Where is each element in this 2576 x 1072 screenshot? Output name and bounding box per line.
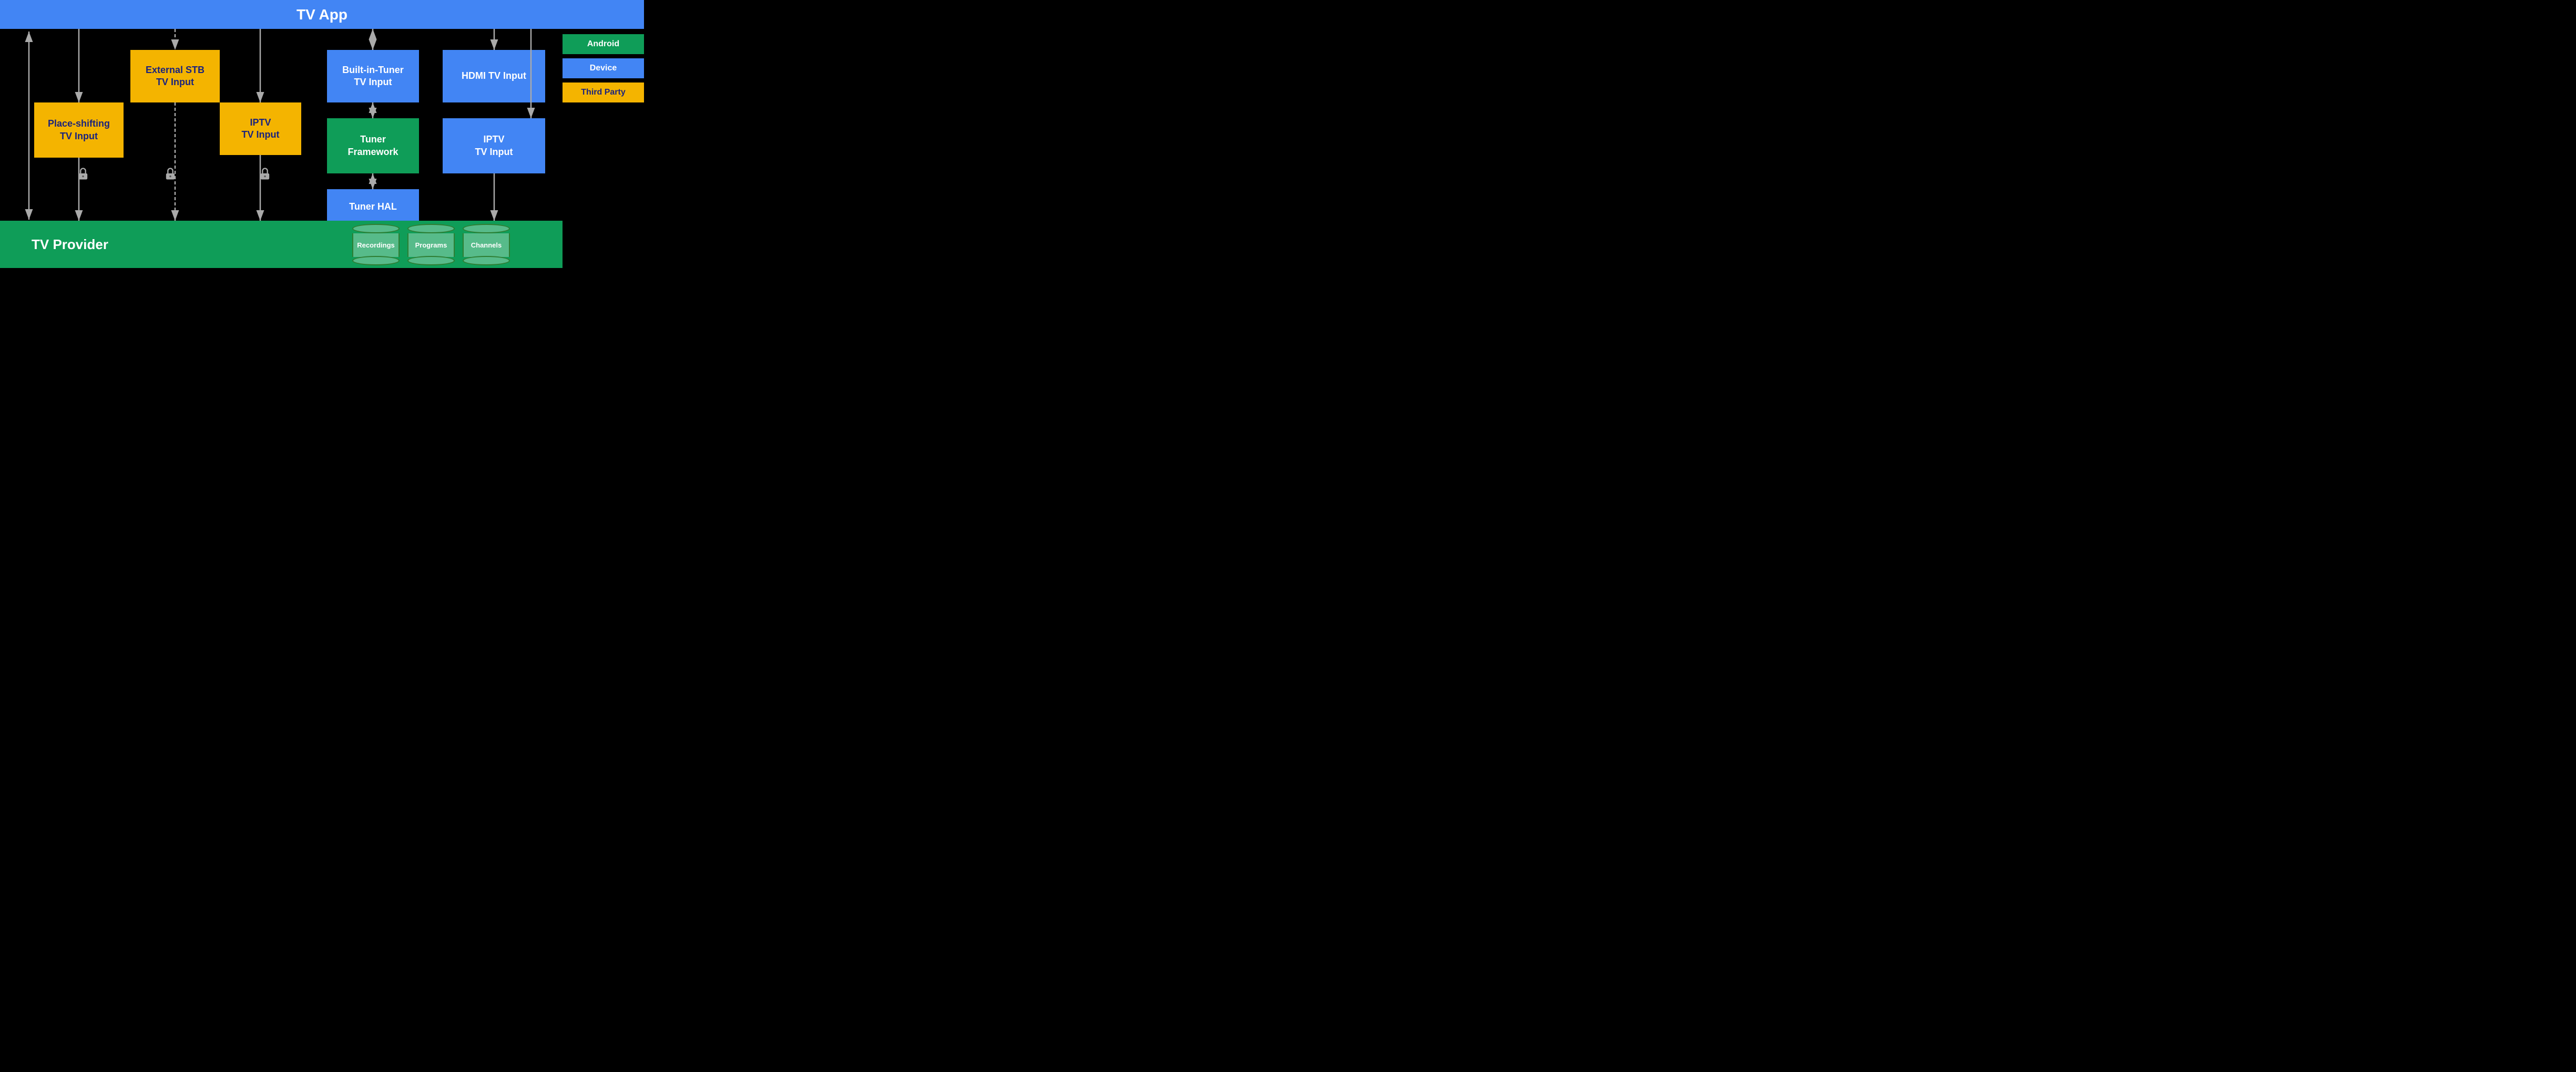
lock-icon-3 <box>257 166 273 182</box>
tv-app-bar: TV App <box>0 0 644 29</box>
legend-thirdparty: Third Party <box>563 83 644 102</box>
db-top-channels <box>463 224 510 233</box>
db-bottom-channels <box>463 256 510 265</box>
db-body-channels: Channels <box>463 233 510 257</box>
databases-container: Recordings Programs Channels <box>352 224 510 265</box>
iptv-right-box: IPTVTV Input <box>443 118 545 173</box>
recordings-db: Recordings <box>352 224 400 265</box>
hdmi-tv-input-box: HDMI TV Input <box>443 50 545 102</box>
programs-db: Programs <box>407 224 455 265</box>
built-in-tuner-box: Built-in-TunerTV Input <box>327 50 419 102</box>
external-stb-box: External STBTV Input <box>130 50 220 102</box>
db-bottom-recordings <box>352 256 400 265</box>
lock-icon-2 <box>162 166 179 182</box>
tuner-framework-box: TunerFramework <box>327 118 419 173</box>
lock-icon-1 <box>75 166 91 182</box>
tv-provider-title: TV Provider <box>32 236 108 253</box>
tuner-hal-box: Tuner HAL <box>327 189 419 225</box>
legend: Android Device Third Party <box>563 34 644 102</box>
legend-device: Device <box>563 58 644 78</box>
place-shifting-box: Place-shiftingTV Input <box>34 102 124 158</box>
legend-android: Android <box>563 34 644 54</box>
channels-db: Channels <box>463 224 510 265</box>
db-bottom-programs <box>407 256 455 265</box>
db-top-programs <box>407 224 455 233</box>
db-top-recordings <box>352 224 400 233</box>
tv-app-title: TV App <box>297 6 347 23</box>
db-body-recordings: Recordings <box>352 233 400 257</box>
iptv-left-box: IPTVTV Input <box>220 102 301 155</box>
db-body-programs: Programs <box>407 233 455 257</box>
tv-provider-bar: TV Provider Recordings Programs Channels <box>0 221 563 268</box>
